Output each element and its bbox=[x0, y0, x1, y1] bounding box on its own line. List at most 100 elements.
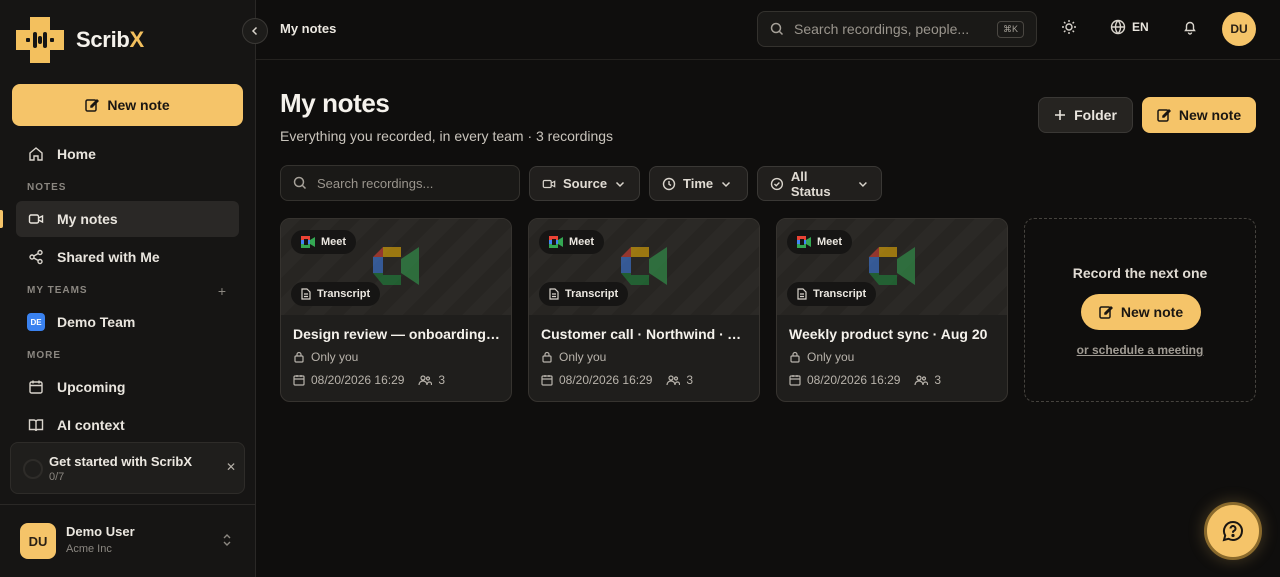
recording-datetime: 08/20/2026 16:29 bbox=[311, 373, 405, 387]
recording-participants: 3 bbox=[686, 373, 694, 387]
close-icon[interactable]: ✕ bbox=[226, 460, 236, 474]
folder-label: Folder bbox=[1074, 107, 1117, 123]
global-search-input[interactable] bbox=[794, 21, 984, 37]
source-filter-label: Source bbox=[563, 176, 608, 191]
getting-started-card[interactable]: Get started with ScribX 0/7 ✕ bbox=[10, 442, 245, 494]
schedule-meeting-link[interactable]: or schedule a meeting bbox=[1025, 343, 1255, 357]
language-selector[interactable]: EN bbox=[1110, 19, 1149, 35]
global-search[interactable]: ⌘K bbox=[757, 11, 1037, 47]
recordings-search[interactable] bbox=[280, 165, 520, 201]
recording-datetime: 08/20/2026 16:29 bbox=[807, 373, 901, 387]
chevron-left-icon bbox=[251, 26, 258, 36]
sidebar-item-home[interactable]: Home bbox=[16, 136, 239, 172]
avatar[interactable]: DU bbox=[1222, 12, 1256, 46]
google-meet-icon bbox=[301, 236, 315, 248]
sidebar-item-team[interactable]: DE Demo Team bbox=[16, 304, 239, 340]
recording-card[interactable]: Meet Transcript Weekly product sync · Au… bbox=[776, 218, 1008, 402]
chevron-down-icon bbox=[859, 181, 868, 187]
new-folder-button[interactable]: Folder bbox=[1038, 97, 1133, 133]
lock-icon bbox=[542, 351, 552, 363]
lock-icon bbox=[294, 351, 304, 363]
globe-icon bbox=[1110, 19, 1126, 35]
section-label-teams: MY TEAMS bbox=[27, 285, 88, 296]
source-badge: Meet bbox=[787, 230, 853, 254]
sidebar-item-label: My notes bbox=[57, 211, 118, 227]
home-icon bbox=[27, 145, 45, 163]
chevron-down-icon bbox=[616, 181, 625, 187]
chevron-updown-icon[interactable] bbox=[222, 533, 232, 552]
sidebar-item-upcoming[interactable]: Upcoming bbox=[16, 369, 239, 405]
theme-toggle-sun-icon[interactable] bbox=[1061, 19, 1077, 40]
source-badge: Meet bbox=[539, 230, 605, 254]
sidebar-item-my-notes[interactable]: My notes bbox=[16, 201, 239, 237]
edit-icon bbox=[85, 98, 100, 112]
brand[interactable]: ScribX bbox=[16, 17, 144, 63]
section-label-notes: NOTES bbox=[27, 182, 67, 193]
recording-visibility: Only you bbox=[293, 350, 358, 364]
time-filter[interactable]: Time bbox=[649, 166, 748, 201]
language-label: EN bbox=[1132, 20, 1149, 34]
transcript-badge: Transcript bbox=[787, 282, 877, 306]
shortcut-hint: ⌘K bbox=[996, 21, 1024, 38]
share-icon bbox=[27, 248, 45, 266]
cta-title: Record the next one bbox=[1072, 265, 1208, 281]
sidebar-item-label: Upcoming bbox=[57, 379, 126, 395]
recording-card[interactable]: Meet Transcript Customer call · Northwin… bbox=[528, 218, 760, 402]
new-note-button[interactable]: New note bbox=[12, 84, 243, 126]
section-label-more: MORE bbox=[27, 350, 61, 361]
calendar-icon bbox=[541, 375, 553, 386]
recording-visibility: Only you bbox=[541, 350, 606, 364]
help-chat-button[interactable] bbox=[1204, 502, 1262, 560]
add-team-button[interactable]: + bbox=[216, 284, 228, 298]
status-filter[interactable]: All Status bbox=[757, 166, 882, 201]
brand-name: ScribX bbox=[76, 27, 144, 52]
recording-meta: 08/20/2026 16:29 3 bbox=[293, 373, 445, 387]
book-icon bbox=[27, 416, 45, 434]
recording-meta: 08/20/2026 16:29 3 bbox=[541, 373, 693, 387]
status-filter-label: All Status bbox=[790, 168, 831, 199]
sidebar-item-ai-context[interactable]: AI context bbox=[16, 407, 239, 443]
page-subtitle: Everything you recorded, in every team ·… bbox=[280, 128, 614, 144]
recording-card[interactable]: Meet Transcript Design review — onboardi… bbox=[280, 218, 512, 402]
video-icon bbox=[27, 210, 45, 228]
sidebar: ScribX New note Home NOTES My notes Shar… bbox=[0, 0, 256, 577]
sidebar-item-label: Home bbox=[57, 146, 96, 162]
transcript-badge: Transcript bbox=[539, 282, 629, 306]
google-meet-logo bbox=[621, 247, 667, 285]
new-note-header-button[interactable]: New note bbox=[1142, 97, 1256, 133]
new-note-label: New note bbox=[1178, 107, 1242, 123]
cta-new-note-button[interactable]: New note bbox=[1081, 294, 1201, 330]
recording-meta: 08/20/2026 16:29 3 bbox=[789, 373, 941, 387]
recording-title: Customer call · Northwind · Aug 20 bbox=[541, 326, 749, 342]
topbar: My notes ⌘K EN DU bbox=[256, 0, 1280, 60]
new-note-label: New note bbox=[107, 97, 170, 113]
help-chat-icon bbox=[1222, 520, 1243, 542]
participants-icon bbox=[666, 375, 681, 386]
recordings-search-input[interactable] bbox=[317, 175, 497, 191]
recording-participants: 3 bbox=[934, 373, 942, 387]
recording-datetime: 08/20/2026 16:29 bbox=[559, 373, 653, 387]
recording-title: Weekly product sync · Aug 20 bbox=[789, 326, 988, 342]
google-meet-icon bbox=[797, 236, 811, 248]
search-icon bbox=[770, 22, 784, 36]
page-title: My notes bbox=[280, 88, 390, 118]
transcript-badge: Transcript bbox=[291, 282, 381, 306]
getting-started-progress: 0/7 bbox=[49, 471, 65, 483]
source-filter[interactable]: Source bbox=[529, 166, 640, 201]
document-icon bbox=[301, 288, 311, 300]
recording-title: Design review — onboarding · Aug 20 bbox=[293, 326, 501, 342]
user-name[interactable]: Demo User bbox=[66, 524, 135, 539]
participants-icon bbox=[418, 375, 433, 386]
user-avatar[interactable]: DU bbox=[20, 523, 56, 559]
sidebar-item-label: AI context bbox=[57, 417, 125, 433]
getting-started-title: Get started with ScribX bbox=[49, 454, 193, 469]
sidebar-item-label: Shared with Me bbox=[57, 249, 160, 265]
sidebar-item-label: Demo Team bbox=[57, 314, 136, 330]
calendar-icon bbox=[789, 375, 801, 386]
collapse-sidebar-button[interactable] bbox=[242, 18, 268, 44]
user-org: Acme Inc bbox=[66, 543, 112, 555]
sidebar-item-shared[interactable]: Shared with Me bbox=[16, 239, 239, 275]
google-meet-logo bbox=[373, 247, 419, 285]
bell-icon[interactable] bbox=[1182, 19, 1198, 40]
cta-button-label: New note bbox=[1120, 304, 1184, 320]
